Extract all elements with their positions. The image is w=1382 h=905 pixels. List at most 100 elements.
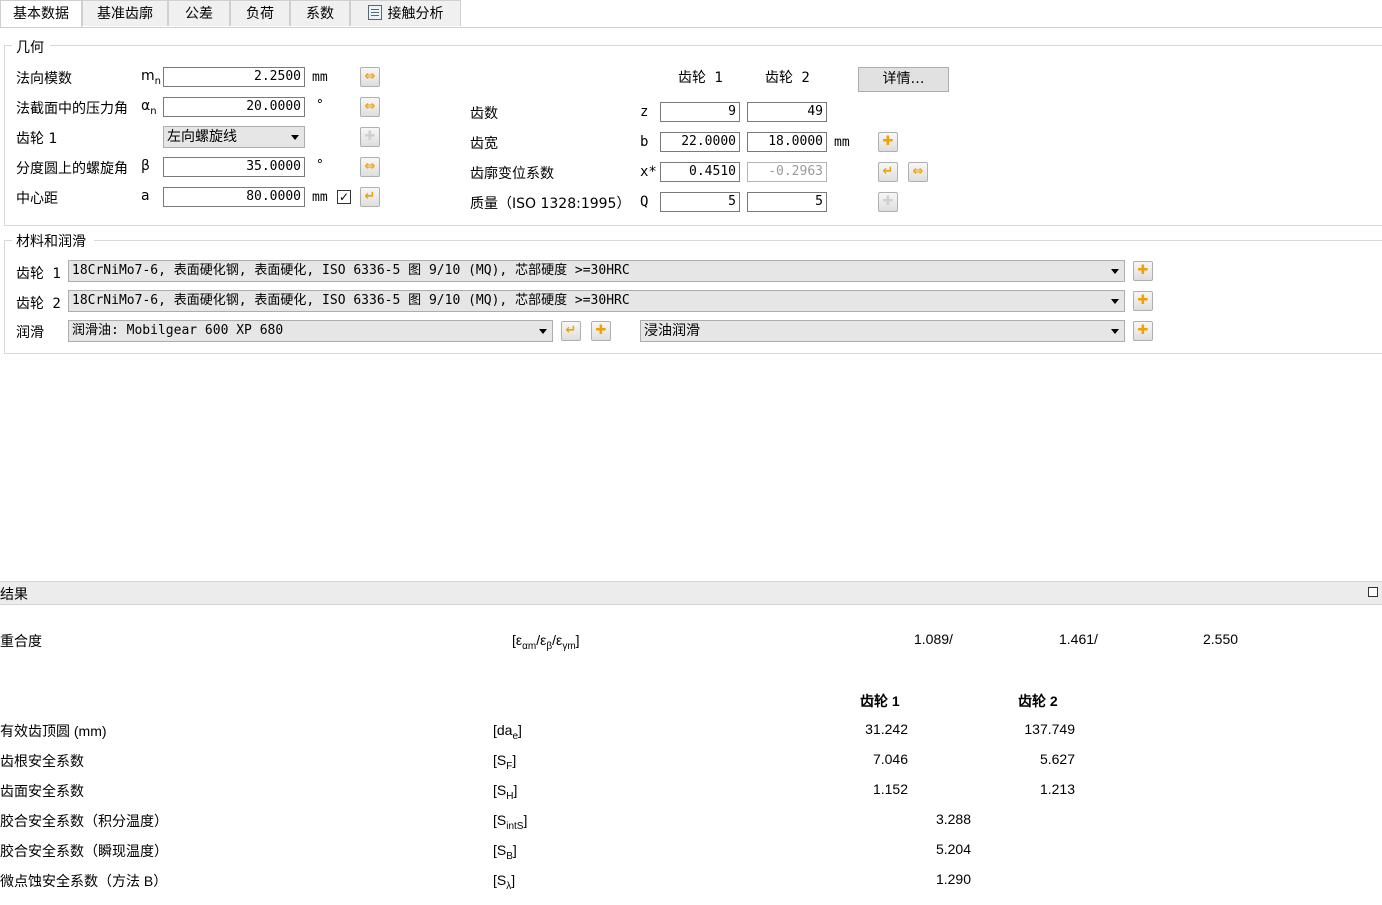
tab-label: 公差 xyxy=(185,6,213,22)
pressure-angle-symbol: αn xyxy=(141,98,157,117)
tab-contact-analysis[interactable]: 接触分析 xyxy=(350,0,461,26)
teeth-gear2-input[interactable]: 49 xyxy=(747,102,827,122)
select-value: 润滑油: Mobilgear 600 XP 680 xyxy=(72,323,284,338)
face-width-plus-button[interactable]: ✚ xyxy=(878,132,898,152)
tab-reference-profile[interactable]: 基准齿廓 xyxy=(82,0,168,26)
select-value: 浸油润滑 xyxy=(644,323,700,339)
gear2-material-select[interactable]: 18CrNiMo7-6, 表面硬化钢, 表面硬化, ISO 6336-5 图 9… xyxy=(68,290,1125,312)
gear1-material-plus-button[interactable]: ✚ xyxy=(1133,261,1153,281)
flank-safety-gear1: 1.152 xyxy=(872,781,908,797)
lubricant-left-button[interactable]: ↵ xyxy=(561,321,581,341)
group-border xyxy=(4,240,12,241)
root-safety-gear1: 7.046 xyxy=(872,751,908,767)
contact-ratio-alpha: 1.089/ xyxy=(914,631,953,647)
restore-window-icon[interactable] xyxy=(1368,587,1378,597)
calculate-button[interactable]: ⇔ xyxy=(360,97,380,117)
swap-arrow-icon: ⇔ xyxy=(364,99,376,114)
lubrication-type-plus-button[interactable]: ✚ xyxy=(1133,321,1153,341)
plus-icon: ✚ xyxy=(595,323,607,338)
tab-load[interactable]: 负荷 xyxy=(230,0,290,26)
quality-label: 质量（ISO 1328:1995） xyxy=(470,196,631,212)
scuffing-integral-symbol: [SintS] xyxy=(493,812,528,832)
details-button[interactable]: 详情… xyxy=(858,67,949,92)
normal-module-input[interactable]: 2.2500 xyxy=(163,67,305,87)
calculate-left-button[interactable]: ↵ xyxy=(360,187,380,207)
helix-direction-select[interactable]: 左向螺旋线 xyxy=(163,126,305,148)
unit-label: mm xyxy=(312,190,328,205)
group-border xyxy=(4,45,5,225)
tip-diameter-label: 有效齿顶圆 (mm) xyxy=(0,723,107,739)
root-safety-symbol: [SF] xyxy=(493,752,517,772)
lubricant-plus-button[interactable]: ✚ xyxy=(591,321,611,341)
tip-diameter-gear1: 31.242 xyxy=(865,721,908,737)
results-header: 结果 xyxy=(0,581,1382,605)
profile-shift-gear1-input[interactable]: 0.4510 xyxy=(660,162,740,182)
face-width-gear2-input[interactable]: 18.0000 xyxy=(747,132,827,152)
teeth-gear1-input[interactable]: 9 xyxy=(660,102,740,122)
gear2-material-plus-button[interactable]: ✚ xyxy=(1133,291,1153,311)
lubricant-select[interactable]: 润滑油: Mobilgear 600 XP 680 xyxy=(68,320,553,342)
tip-diameter-gear2: 137.749 xyxy=(1024,721,1075,737)
helix-angle-input[interactable]: 35.0000 xyxy=(163,157,305,177)
flank-safety-gear2: 1.213 xyxy=(1039,781,1075,797)
profile-shift-calc-button[interactable]: ⇔ xyxy=(908,162,928,182)
tab-factors[interactable]: 系数 xyxy=(290,0,350,26)
profile-shift-left-button[interactable]: ↵ xyxy=(878,162,898,182)
center-distance-input[interactable]: 80.0000 xyxy=(163,187,305,207)
tab-bar: 基本数据 基准齿廓 公差 负荷 系数 接触分析 xyxy=(0,0,1382,28)
plus-icon: ✚ xyxy=(1137,263,1149,278)
results-gear1-header: 齿轮 1 xyxy=(860,693,900,709)
teeth-number-symbol: z xyxy=(640,104,649,120)
gear1-material-select[interactable]: 18CrNiMo7-6, 表面硬化钢, 表面硬化, ISO 6336-5 图 9… xyxy=(68,260,1125,282)
gear1-helix-label: 齿轮 1 xyxy=(16,131,58,147)
plus-icon: ✚ xyxy=(1137,293,1149,308)
results-title: 结果 xyxy=(0,586,28,602)
tab-label: 负荷 xyxy=(246,6,274,22)
group-border xyxy=(4,225,1382,226)
symbol-sub: n xyxy=(154,75,161,87)
normal-module-label: 法向模数 xyxy=(16,71,72,87)
contact-ratio-symbol: [εαm/εβ/εγm] xyxy=(512,632,580,652)
quality-symbol: Q xyxy=(640,194,649,210)
plus-icon: ✚ xyxy=(882,194,894,209)
group-border xyxy=(4,240,5,353)
center-distance-symbol: a xyxy=(141,188,150,204)
calculate-button[interactable]: ⇔ xyxy=(360,157,380,177)
unit-label: ° xyxy=(316,98,324,113)
pressure-angle-label: 法截面中的压力角 xyxy=(16,101,128,117)
contact-ratio-beta: 1.461/ xyxy=(1059,631,1098,647)
micropitting-label: 微点蚀安全系数（方法 B） xyxy=(0,873,168,889)
tab-basic-data[interactable]: 基本数据 xyxy=(0,0,82,27)
quality-plus-button-disabled: ✚ xyxy=(878,192,898,212)
contact-ratio-label: 重合度 xyxy=(0,633,42,649)
plus-icon: ✚ xyxy=(1137,323,1149,338)
pressure-angle-input[interactable]: 20.0000 xyxy=(163,97,305,117)
unit-label: mm xyxy=(834,135,850,150)
group-border xyxy=(94,240,1382,241)
select-value: 18CrNiMo7-6, 表面硬化钢, 表面硬化, ISO 6336-5 图 9… xyxy=(72,293,630,308)
plus-button-disabled: ✚ xyxy=(360,127,380,147)
calculate-button[interactable]: ⇔ xyxy=(360,67,380,87)
scuffing-flash-label: 胶合安全系数（瞬现温度） xyxy=(0,843,168,859)
micropitting-symbol: [Sλ] xyxy=(493,872,516,892)
dropdown-arrow-icon xyxy=(1111,329,1119,334)
helix-angle-symbol: β xyxy=(141,158,150,174)
plus-icon: ✚ xyxy=(364,129,376,144)
swap-arrow-icon: ⇔ xyxy=(364,69,376,84)
lubrication-type-select[interactable]: 浸油润滑 xyxy=(640,320,1125,342)
tab-label: 接触分析 xyxy=(387,6,444,22)
root-safety-gear2: 5.627 xyxy=(1039,751,1075,767)
tab-label: 基本数据 xyxy=(13,6,69,22)
center-distance-checkbox[interactable]: ✓ xyxy=(337,190,351,204)
tab-tolerances[interactable]: 公差 xyxy=(168,0,230,26)
material-group-title: 材料和润滑 xyxy=(16,234,86,250)
contact-ratio-gamma: 2.550 xyxy=(1203,631,1239,647)
dropdown-arrow-icon xyxy=(1111,299,1119,304)
quality-gear1-input[interactable]: 5 xyxy=(660,192,740,212)
symbol-sub: n xyxy=(150,105,157,117)
scuffing-integral-label: 胶合安全系数（积分温度） xyxy=(0,813,168,829)
quality-gear2-input[interactable]: 5 xyxy=(747,192,827,212)
left-arrow-icon: ↵ xyxy=(565,323,577,338)
face-width-gear1-input[interactable]: 22.0000 xyxy=(660,132,740,152)
left-arrow-icon: ↵ xyxy=(882,164,894,179)
